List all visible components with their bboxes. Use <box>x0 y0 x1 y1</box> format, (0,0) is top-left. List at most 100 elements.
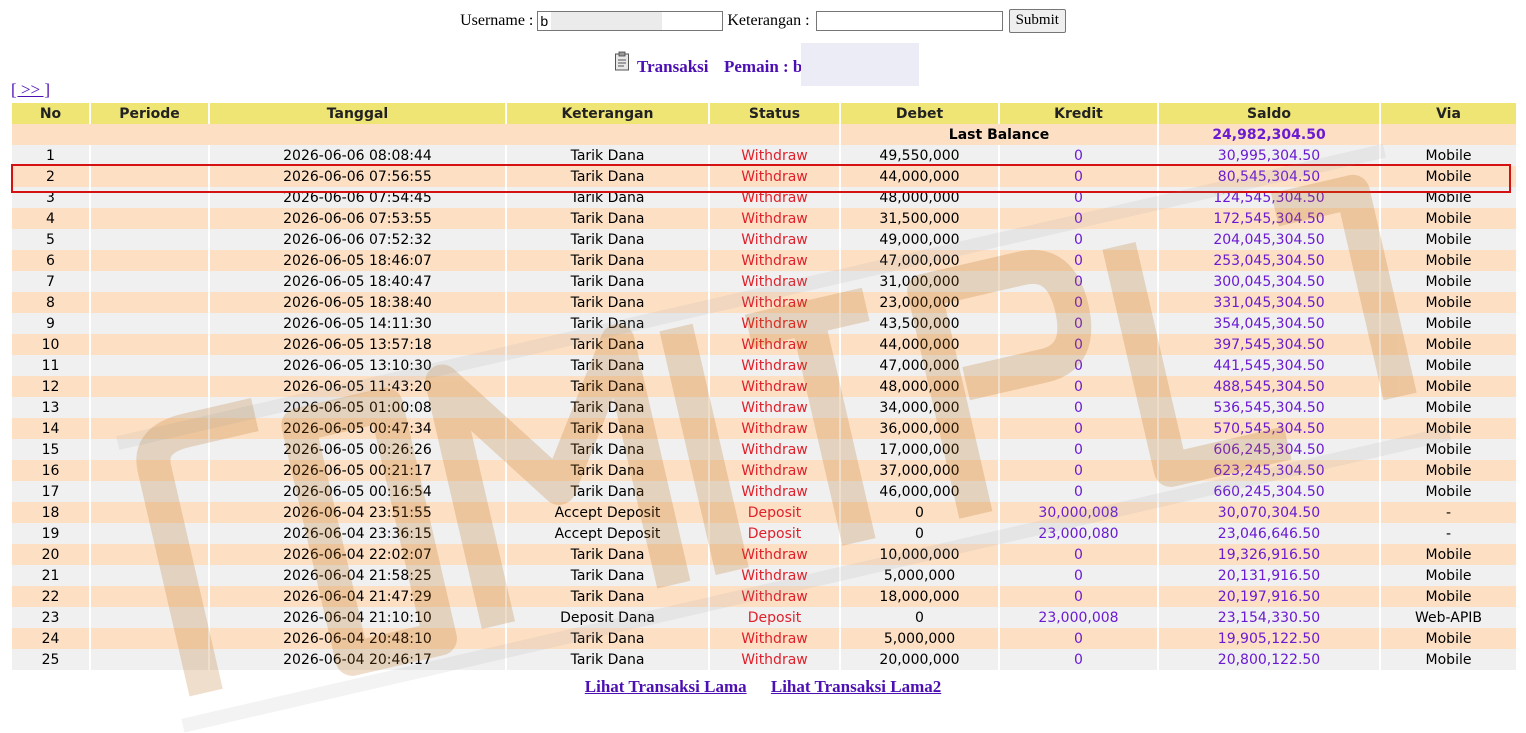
cell-keterangan: Tarik Dana <box>507 481 708 502</box>
cell-status: Withdraw <box>710 481 839 502</box>
cell-periode <box>91 397 208 418</box>
cell-via: Mobile <box>1381 649 1516 670</box>
cell-no: 12 <box>12 376 89 397</box>
cell-tanggal: 2026-06-04 23:36:15 <box>210 523 505 544</box>
cell-keterangan: Tarik Dana <box>507 565 708 586</box>
table-row: 21 2026-06-04 21:58:25 Tarik Dana Withdraw 5… <box>12 565 1516 586</box>
cell-kredit: 0 <box>1000 355 1157 376</box>
cell-status: Withdraw <box>710 145 839 166</box>
cell-periode <box>91 229 208 250</box>
cell-keterangan: Tarik Dana <box>507 586 708 607</box>
cell-tanggal: 2026-06-05 18:38:40 <box>210 292 505 313</box>
cell-via: Mobile <box>1381 166 1516 187</box>
cell-status: Withdraw <box>710 565 839 586</box>
cell-saldo: 441,545,304.50 <box>1159 355 1379 376</box>
keterangan-input[interactable] <box>815 11 1003 31</box>
username-input[interactable]: b <box>537 11 724 31</box>
table-row: 4 2026-06-06 07:53:55 Tarik Dana Withdraw 31… <box>12 208 1516 229</box>
old-transactions-link-2[interactable]: Lihat Transaksi Lama2 <box>771 677 941 696</box>
cell-periode <box>91 355 208 376</box>
cell-status: Deposit <box>710 502 839 523</box>
cell-keterangan: Tarik Dana <box>507 334 708 355</box>
transaction-table: No Periode Tanggal Keterangan Status Debet Kre… <box>10 103 1518 670</box>
table-row: 6 2026-06-05 18:46:07 Tarik Dana Withdraw 47… <box>12 250 1516 271</box>
cell-no: 15 <box>12 439 89 460</box>
cell-status: Withdraw <box>710 271 839 292</box>
cell-saldo: 300,045,304.50 <box>1159 271 1379 292</box>
cell-status: Withdraw <box>710 397 839 418</box>
cell-via: Mobile <box>1381 313 1516 334</box>
cell-periode <box>91 544 208 565</box>
redacted-username <box>551 12 663 30</box>
cell-periode <box>91 208 208 229</box>
cell-keterangan: Tarik Dana <box>507 355 708 376</box>
table-header: No Periode Tanggal Keterangan Status Debet Kre… <box>12 103 1516 124</box>
cell-tanggal: 2026-06-06 07:54:45 <box>210 187 505 208</box>
keterangan-label: Keterangan : <box>727 12 810 29</box>
table-row: 12 2026-06-05 11:43:20 Tarik Dana Withdraw 4… <box>12 376 1516 397</box>
cell-status: Withdraw <box>710 460 839 481</box>
cell-tanggal: 2026-06-05 13:10:30 <box>210 355 505 376</box>
cell-debet: 48,000,000 <box>841 376 998 397</box>
cell-saldo: 172,545,304.50 <box>1159 208 1379 229</box>
last-balance-via <box>1381 124 1516 145</box>
cell-saldo: 23,154,330.50 <box>1159 607 1379 628</box>
next-page-link[interactable]: [ >> ] <box>11 80 50 100</box>
cell-status: Deposit <box>710 523 839 544</box>
cell-tanggal: 2026-06-05 01:00:08 <box>210 397 505 418</box>
old-transactions-link[interactable]: Lihat Transaksi Lama <box>585 677 747 696</box>
cell-tanggal: 2026-06-05 00:16:54 <box>210 481 505 502</box>
table-row: 19 2026-06-04 23:36:15 Accept Deposit Depos… <box>12 523 1516 544</box>
cell-saldo: 354,045,304.50 <box>1159 313 1379 334</box>
cell-debet: 5,000,000 <box>841 565 998 586</box>
last-balance-label: Last Balance <box>841 124 1157 145</box>
cell-no: 14 <box>12 418 89 439</box>
cell-keterangan: Tarik Dana <box>507 208 708 229</box>
cell-saldo: 23,046,646.50 <box>1159 523 1379 544</box>
username-label: Username : <box>460 12 534 29</box>
cell-debet: 31,500,000 <box>841 208 998 229</box>
cell-periode <box>91 145 208 166</box>
cell-no: 25 <box>12 649 89 670</box>
cell-saldo: 20,800,122.50 <box>1159 649 1379 670</box>
cell-kredit: 0 <box>1000 208 1157 229</box>
page-title: Transaksi <box>637 57 709 76</box>
cell-periode <box>91 313 208 334</box>
cell-via: Mobile <box>1381 481 1516 502</box>
last-balance-value: 24,982,304.50 <box>1159 124 1379 145</box>
cell-keterangan: Accept Deposit <box>507 502 708 523</box>
username-value: b <box>540 13 549 29</box>
cell-debet: 18,000,000 <box>841 586 998 607</box>
table-row: 18 2026-06-04 23:51:55 Accept Deposit Depos… <box>12 502 1516 523</box>
cell-status: Withdraw <box>710 355 839 376</box>
cell-debet: 47,000,000 <box>841 250 998 271</box>
submit-button[interactable]: Submit <box>1008 9 1066 33</box>
cell-keterangan: Tarik Dana <box>507 376 708 397</box>
cell-no: 7 <box>12 271 89 292</box>
cell-status: Withdraw <box>710 376 839 397</box>
cell-saldo: 253,045,304.50 <box>1159 250 1379 271</box>
table-row: 16 2026-06-05 00:21:17 Tarik Dana Withdraw 3… <box>12 460 1516 481</box>
cell-debet: 43,500,000 <box>841 313 998 334</box>
cell-debet: 34,000,000 <box>841 397 998 418</box>
cell-tanggal: 2026-06-04 21:10:10 <box>210 607 505 628</box>
cell-no: 10 <box>12 334 89 355</box>
cell-saldo: 488,545,304.50 <box>1159 376 1379 397</box>
cell-tanggal: 2026-06-06 07:56:55 <box>210 166 505 187</box>
cell-tanggal: 2026-06-05 00:21:17 <box>210 460 505 481</box>
cell-tanggal: 2026-06-04 20:48:10 <box>210 628 505 649</box>
cell-tanggal: 2026-06-05 00:47:34 <box>210 418 505 439</box>
cell-saldo: 397,545,304.50 <box>1159 334 1379 355</box>
cell-no: 13 <box>12 397 89 418</box>
table-row: 10 2026-06-05 13:57:18 Tarik Dana Withdraw 4… <box>12 334 1516 355</box>
cell-via: Mobile <box>1381 586 1516 607</box>
cell-tanggal: 2026-06-05 13:57:18 <box>210 334 505 355</box>
cell-status: Withdraw <box>710 250 839 271</box>
cell-kredit: 0 <box>1000 628 1157 649</box>
redacted-player <box>801 43 919 86</box>
cell-no: 19 <box>12 523 89 544</box>
table-row: 8 2026-06-05 18:38:40 Tarik Dana Withdraw 23… <box>12 292 1516 313</box>
cell-via: - <box>1381 523 1516 544</box>
cell-no: 22 <box>12 586 89 607</box>
cell-tanggal: 2026-06-04 20:46:17 <box>210 649 505 670</box>
